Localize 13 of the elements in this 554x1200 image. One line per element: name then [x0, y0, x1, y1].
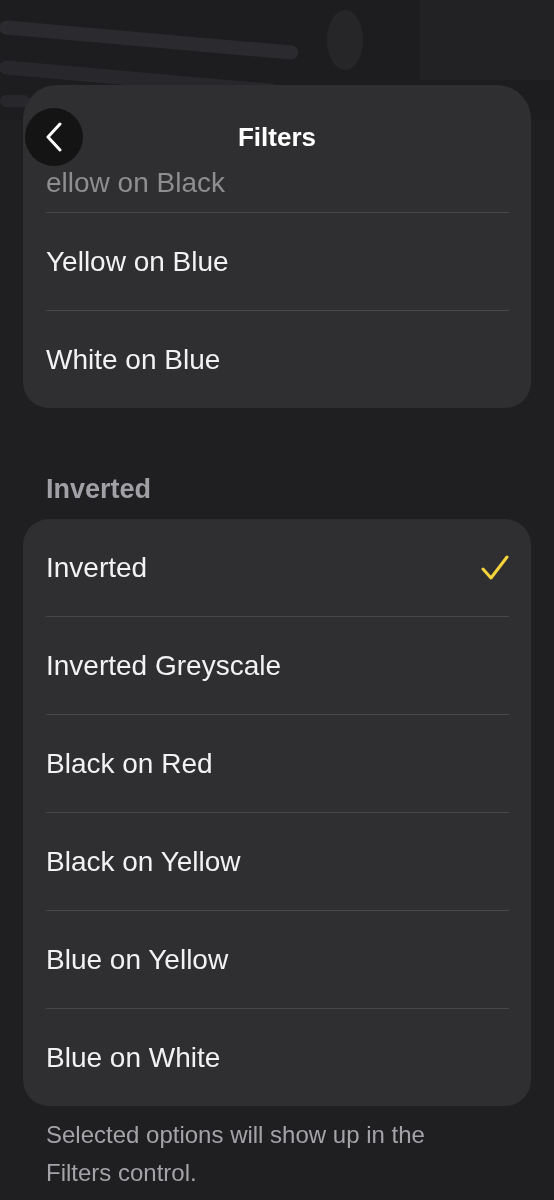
- filter-option[interactable]: Yellow on Blue: [23, 213, 531, 310]
- screen-title: Filters: [238, 121, 316, 153]
- filter-option[interactable]: Blue on Yellow: [23, 911, 531, 1008]
- filter-option[interactable]: Black on Yellow: [23, 813, 531, 910]
- footer-note: Selected options will show up in the Filters control.: [45, 1120, 426, 1188]
- filter-option[interactable]: Blue on White: [23, 1009, 531, 1106]
- filter-option[interactable]: Inverted: [23, 519, 531, 616]
- filter-option[interactable]: ellow on Black: [23, 154, 531, 212]
- filter-option[interactable]: White on Blue: [23, 311, 531, 408]
- filter-option[interactable]: Inverted Greyscale: [23, 617, 531, 714]
- back-chevron-icon: [45, 122, 63, 152]
- filter-option[interactable]: Black on Red: [23, 715, 531, 812]
- section-heading: Inverted: [45, 473, 153, 506]
